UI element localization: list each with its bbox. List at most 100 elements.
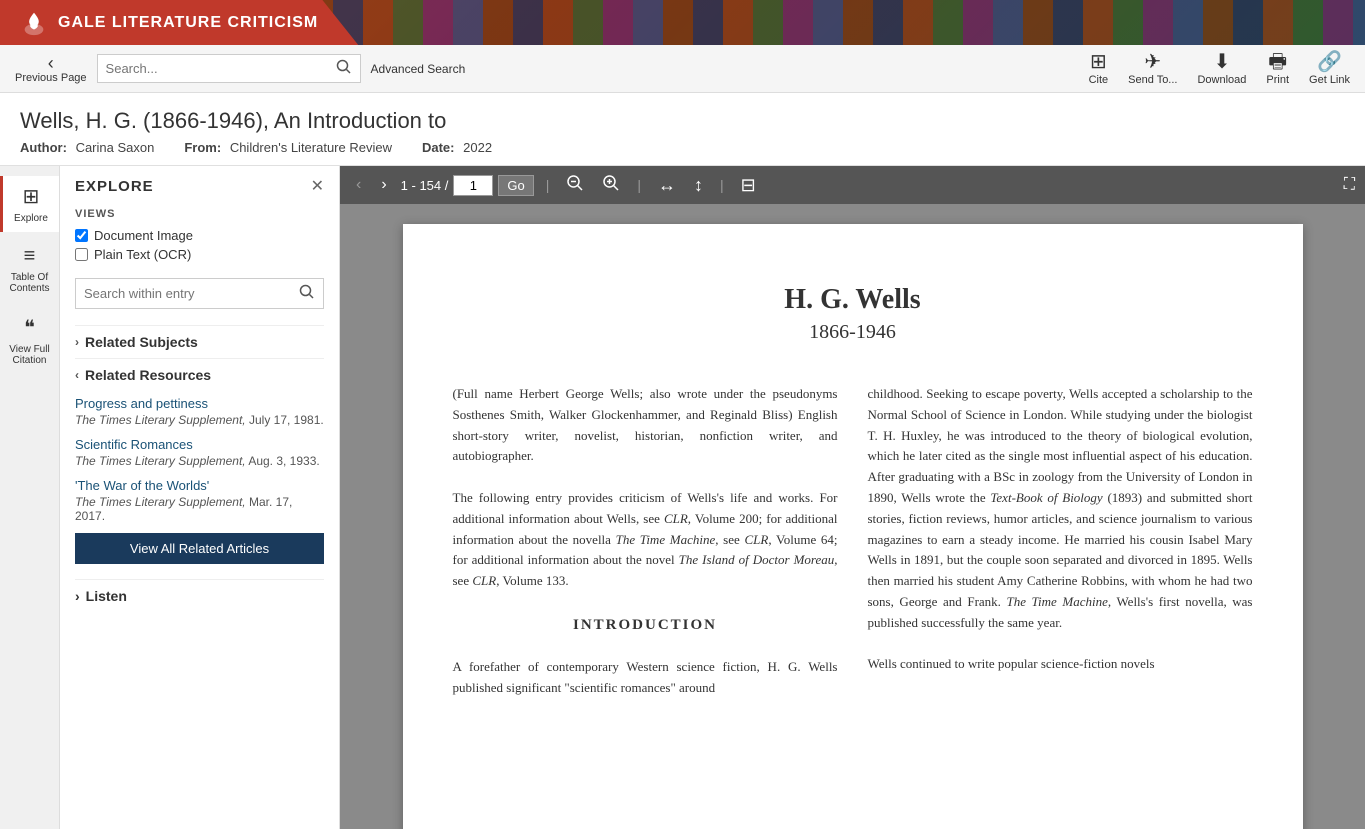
explore-icon: ⊞: [23, 184, 40, 209]
from-label: From:: [184, 140, 221, 155]
sidebar-item-explore[interactable]: ⊞ Explore: [0, 176, 59, 232]
from-value: Children's Literature Review: [230, 140, 392, 155]
plain-text-checkbox-row: Plain Text (OCR): [75, 247, 324, 262]
author-label: Author:: [20, 140, 67, 155]
page-prev-button[interactable]: ‹: [350, 174, 367, 196]
related-subjects-row[interactable]: › Related Subjects: [75, 325, 324, 358]
download-button[interactable]: ⬇ Download: [1197, 52, 1246, 86]
left-column: (Full name Herbert George Wells; also wr…: [453, 384, 838, 698]
resource-item-1: Scientific Romances The Times Literary S…: [75, 437, 324, 468]
view-mode-button[interactable]: ⊟: [736, 173, 761, 198]
columns-layout: (Full name Herbert George Wells; also wr…: [453, 384, 1253, 698]
intro-text: A forefather of contemporary Western sci…: [453, 657, 838, 699]
author-meta: Author: Carina Saxon: [20, 140, 159, 155]
download-label: Download: [1197, 74, 1246, 86]
cite-label: Cite: [1089, 74, 1109, 86]
fullscreen-button[interactable]: ⛶: [1344, 176, 1355, 194]
logo-area: GALE LITERATURE CRITICISM: [0, 0, 358, 45]
views-section: VIEWS Document Image Plain Text (OCR): [75, 208, 324, 262]
toc-icon: ≡: [24, 245, 36, 268]
sidebar-item-toc[interactable]: ≡ Table OfContents: [0, 237, 59, 302]
related-subjects-chevron-icon: ›: [75, 335, 79, 349]
article-header: Wells, H. G. (1866-1946), An Introductio…: [0, 93, 1365, 166]
plain-text-checkbox[interactable]: [75, 248, 88, 261]
search-icon[interactable]: [336, 59, 352, 78]
search-bar-area: ‹ Previous Page Advanced Search ⊞ Cite ✈…: [0, 45, 1365, 93]
related-resources-content: Progress and pettiness The Times Literar…: [75, 391, 324, 579]
print-icon: 🖶: [1268, 52, 1287, 72]
page-next-button[interactable]: ›: [375, 174, 392, 196]
related-subjects-label: Related Subjects: [85, 334, 198, 350]
date-value: 2022: [463, 140, 492, 155]
right-para-2: Wells continued to write popular science…: [868, 654, 1253, 675]
page-content: H. G. Wells 1866-1946 (Full name Herbert…: [403, 224, 1303, 829]
document-image-checkbox-row: Document Image: [75, 228, 324, 243]
page-range-label: 1 - 154 /: [401, 178, 449, 193]
get-link-label: Get Link: [1309, 74, 1350, 86]
viewer-divider-3: |: [720, 177, 724, 193]
back-button-label: Previous Page: [15, 72, 87, 84]
send-to-icon: ✈: [1144, 52, 1161, 72]
explore-title: EXPLORE: [75, 178, 154, 195]
cite-button[interactable]: ⊞ Cite: [1089, 52, 1109, 86]
print-button[interactable]: 🖶 Print: [1266, 52, 1289, 86]
left-para-1: (Full name Herbert George Wells; also wr…: [453, 384, 838, 467]
resource-link-1[interactable]: Scientific Romances: [75, 437, 324, 452]
article-meta: Author: Carina Saxon From: Children's Li…: [20, 140, 1345, 155]
article-title: Wells, H. G. (1866-1946), An Introductio…: [20, 108, 1345, 134]
right-para-1: childhood. Seeking to escape poverty, We…: [868, 384, 1253, 634]
document-page[interactable]: H. G. Wells 1866-1946 (Full name Herbert…: [340, 204, 1365, 829]
resource-link-0[interactable]: Progress and pettiness: [75, 396, 324, 411]
document-subtitle: 1866-1946: [453, 321, 1253, 344]
from-meta: From: Children's Literature Review: [184, 140, 397, 155]
toolbar-right: ⊞ Cite ✈ Send To... ⬇ Download 🖶 Print 🔗…: [1089, 52, 1350, 86]
sidebar-item-citation[interactable]: ❝ View FullCitation: [0, 307, 59, 374]
gale-flame-icon: [20, 9, 48, 37]
search-within-wrap: [75, 278, 324, 309]
back-arrow-icon: ‹: [48, 54, 54, 72]
listen-chevron-icon: ›: [75, 588, 80, 604]
app-name: GALE LITERATURE CRITICISM: [58, 14, 318, 32]
page-number-input[interactable]: [453, 175, 493, 196]
explore-close-button[interactable]: ✕: [311, 176, 324, 196]
send-to-button[interactable]: ✈ Send To...: [1128, 52, 1177, 86]
resource-source-1: The Times Literary Supplement,: [75, 454, 246, 468]
viewer-divider-1: |: [546, 177, 550, 193]
explore-panel: EXPLORE ✕ VIEWS Document Image Plain Tex…: [60, 166, 340, 829]
intro-section: INTRODUCTION: [453, 613, 838, 637]
zoom-out-button[interactable]: [561, 172, 589, 199]
resource-source-2: The Times Literary Supplement,: [75, 495, 246, 509]
search-input-wrap: [97, 54, 361, 83]
go-button[interactable]: Go: [498, 175, 533, 196]
get-link-button[interactable]: 🔗 Get Link: [1309, 52, 1350, 86]
related-resources-label: Related Resources: [85, 367, 211, 383]
zoom-in-button[interactable]: [597, 172, 625, 199]
related-resources-row[interactable]: ‹ Related Resources: [75, 358, 324, 391]
resource-link-2[interactable]: 'The War of the Worlds': [75, 478, 324, 493]
document-image-checkbox[interactable]: [75, 229, 88, 242]
document-main-title: H. G. Wells: [453, 284, 1253, 316]
get-link-icon: 🔗: [1317, 52, 1342, 72]
view-all-button[interactable]: View All Related Articles: [75, 533, 324, 564]
viewer-divider-2: |: [637, 177, 641, 193]
listen-row[interactable]: › Listen: [75, 579, 324, 612]
right-column: childhood. Seeking to escape poverty, We…: [868, 384, 1253, 698]
resource-date-0: July 17, 1981.: [249, 413, 324, 427]
left-para-2: The following entry provides criticism o…: [453, 488, 838, 592]
download-icon: ⬇: [1214, 52, 1231, 72]
resource-meta-0: The Times Literary Supplement, July 17, …: [75, 413, 324, 427]
print-label: Print: [1266, 74, 1289, 86]
search-within-icon[interactable]: [299, 284, 315, 303]
fit-width-button[interactable]: ↔: [653, 173, 681, 198]
toc-label: Table OfContents: [9, 272, 49, 294]
fit-height-button[interactable]: ↕: [689, 173, 708, 198]
citation-icon: ❝: [24, 315, 35, 340]
resource-item-0: Progress and pettiness The Times Literar…: [75, 396, 324, 427]
search-input[interactable]: [106, 61, 336, 76]
search-within-input[interactable]: [84, 286, 299, 301]
date-meta: Date: 2022: [422, 140, 497, 155]
page-title-section: H. G. Wells 1866-1946: [453, 284, 1253, 344]
explore-header: EXPLORE ✕: [75, 176, 324, 196]
back-button[interactable]: ‹ Previous Page: [15, 54, 87, 84]
advanced-search-link[interactable]: Advanced Search: [371, 62, 466, 76]
